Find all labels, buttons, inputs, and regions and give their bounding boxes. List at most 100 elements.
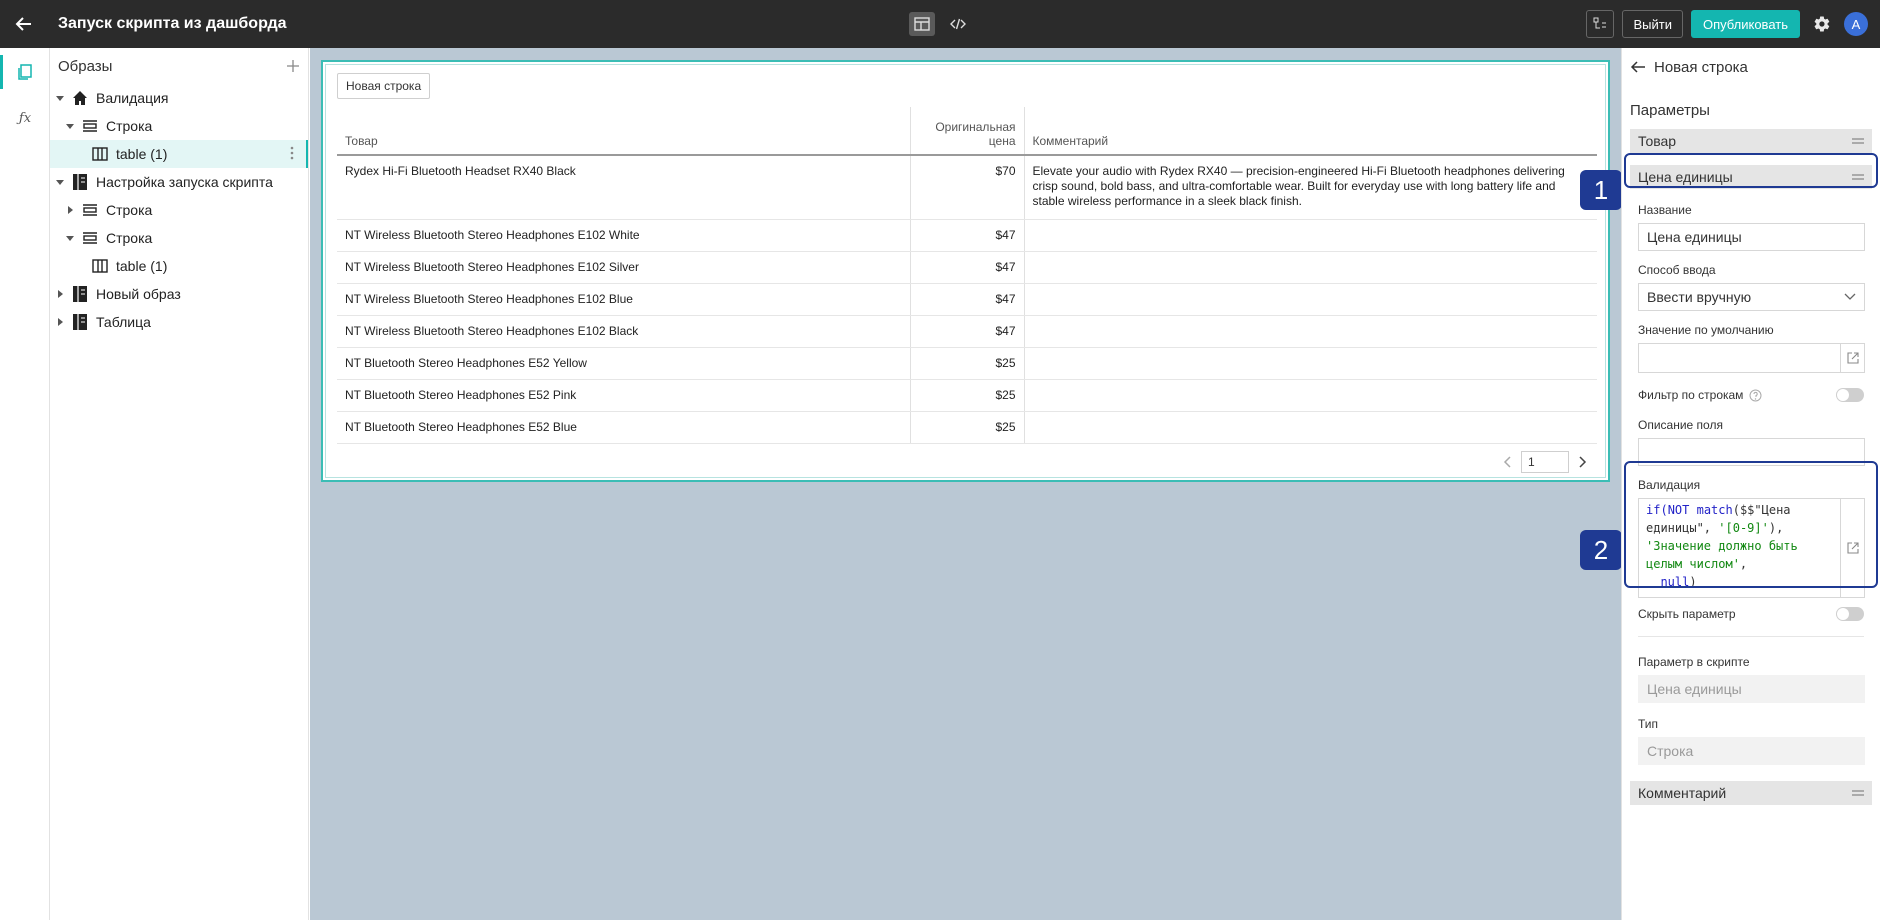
caret-right-icon[interactable] bbox=[64, 204, 76, 216]
table-row[interactable]: NT Wireless Bluetooth Stereo Headphones … bbox=[337, 315, 1597, 348]
code-icon bbox=[950, 18, 966, 30]
pagination: 1 bbox=[1503, 451, 1587, 473]
settings-button[interactable] bbox=[1808, 10, 1836, 38]
code-mode-button[interactable] bbox=[945, 12, 971, 36]
cell-product[interactable]: NT Wireless Bluetooth Stereo Headphones … bbox=[337, 251, 910, 284]
cell-comment[interactable] bbox=[1023, 283, 1597, 316]
field-description-label: Описание поля bbox=[1638, 418, 1723, 432]
cell-price[interactable]: $25 bbox=[909, 347, 1024, 380]
param-group-product[interactable]: Товар bbox=[1630, 129, 1872, 153]
cell-price[interactable]: $70 bbox=[909, 155, 1024, 220]
tree-item-new-form[interactable]: Новый образ bbox=[50, 280, 308, 308]
caret-down-icon[interactable] bbox=[54, 176, 66, 188]
selected-table-frame[interactable]: Новая строка Товар Оригинальная цена Ком… bbox=[321, 60, 1610, 482]
tree-item-label: Новый образ bbox=[96, 286, 181, 302]
param-group-comment[interactable]: Комментарий bbox=[1630, 781, 1872, 805]
default-value-label: Значение по умолчанию bbox=[1638, 323, 1774, 337]
form-icon bbox=[72, 174, 88, 190]
tree-item-table-selected[interactable]: table (1) bbox=[50, 140, 308, 168]
expand-editor-button[interactable] bbox=[1840, 344, 1864, 372]
table-row[interactable]: Rydex Hi-Fi Bluetooth Headset RX40 Black… bbox=[337, 155, 1597, 220]
table-row[interactable]: NT Wireless Bluetooth Stereo Headphones … bbox=[337, 283, 1597, 316]
default-value-field[interactable] bbox=[1638, 343, 1865, 373]
more-vertical-icon[interactable] bbox=[290, 146, 294, 160]
tree-item-table[interactable]: table (1) bbox=[50, 252, 308, 280]
cell-product[interactable]: Rydex Hi-Fi Bluetooth Headset RX40 Black bbox=[337, 155, 910, 220]
page-title: Запуск скрипта из дашборда bbox=[58, 15, 287, 32]
tree-item-label: Строка bbox=[106, 202, 153, 218]
caret-right-icon[interactable] bbox=[54, 316, 66, 328]
table-row[interactable]: NT Wireless Bluetooth Stereo Headphones … bbox=[337, 219, 1597, 252]
cell-comment[interactable] bbox=[1023, 411, 1597, 444]
arrow-left-icon bbox=[15, 17, 31, 31]
caret-down-icon[interactable] bbox=[64, 232, 76, 244]
table-header-row: Товар Оригинальная цена Комментарий bbox=[337, 107, 1597, 156]
column-header-product[interactable]: Товар bbox=[337, 107, 910, 156]
tree-item-row[interactable]: Строка bbox=[50, 196, 308, 224]
chevron-left-icon[interactable] bbox=[1503, 456, 1513, 468]
panel-title: Новая строка bbox=[1654, 58, 1748, 76]
table-row[interactable]: NT Bluetooth Stereo Headphones E52 Yello… bbox=[337, 347, 1597, 380]
design-canvas: Новая строка Товар Оригинальная цена Ком… bbox=[310, 48, 1621, 920]
cell-price[interactable]: $25 bbox=[909, 379, 1024, 412]
cell-price[interactable]: $47 bbox=[909, 283, 1024, 316]
cell-price[interactable]: $47 bbox=[909, 315, 1024, 348]
data-table: Товар Оригинальная цена Комментарий Ryde… bbox=[337, 107, 1597, 444]
exit-button[interactable]: Выйти bbox=[1622, 10, 1683, 38]
gear-icon bbox=[1814, 16, 1830, 32]
help-icon[interactable] bbox=[1749, 389, 1762, 402]
input-mode-select[interactable]: Ввести вручную bbox=[1638, 283, 1865, 311]
layout-icon bbox=[914, 17, 930, 31]
row-filter-row: Фильтр по строкам bbox=[1638, 385, 1864, 405]
cell-product[interactable]: NT Wireless Bluetooth Stereo Headphones … bbox=[337, 283, 910, 316]
row-filter-toggle[interactable] bbox=[1836, 388, 1864, 402]
chevron-right-icon[interactable] bbox=[1577, 456, 1587, 468]
cell-comment[interactable] bbox=[1023, 379, 1597, 412]
rail-functions-button[interactable]: ƒx bbox=[0, 95, 50, 141]
layout-mode-button[interactable] bbox=[909, 12, 935, 36]
tree-item-row[interactable]: Строка bbox=[50, 112, 308, 140]
cell-comment[interactable]: Elevate your audio with Rydex RX40 — pre… bbox=[1023, 155, 1597, 220]
cell-price[interactable]: $47 bbox=[909, 251, 1024, 284]
tree-item-validation[interactable]: Валидация bbox=[50, 84, 308, 112]
cell-comment[interactable] bbox=[1023, 347, 1597, 380]
function-icon: ƒx bbox=[18, 110, 32, 126]
table-row[interactable]: NT Wireless Bluetooth Stereo Headphones … bbox=[337, 251, 1597, 284]
arrow-left-icon bbox=[1630, 61, 1645, 73]
tree-item-script-settings[interactable]: Настройка запуска скрипта bbox=[50, 168, 308, 196]
table-row[interactable]: NT Bluetooth Stereo Headphones E52 Blue … bbox=[337, 411, 1597, 444]
cell-comment[interactable] bbox=[1023, 315, 1597, 348]
cell-comment[interactable] bbox=[1023, 219, 1597, 252]
column-header-price[interactable]: Оригинальная цена bbox=[909, 107, 1024, 156]
cell-product[interactable]: NT Wireless Bluetooth Stereo Headphones … bbox=[337, 315, 910, 348]
publish-button[interactable]: Опубликовать bbox=[1690, 10, 1800, 38]
page-number-input[interactable]: 1 bbox=[1521, 451, 1569, 473]
table-row[interactable]: NT Bluetooth Stereo Headphones E52 Pink … bbox=[337, 379, 1597, 412]
hide-param-toggle[interactable] bbox=[1836, 607, 1864, 621]
home-icon bbox=[72, 90, 88, 106]
column-header-comment[interactable]: Комментарий bbox=[1023, 107, 1597, 156]
plus-icon[interactable] bbox=[286, 59, 300, 73]
name-field[interactable]: Цена единицы bbox=[1638, 223, 1865, 251]
drag-handle-icon bbox=[1852, 138, 1864, 144]
panel-header[interactable]: Новая строка bbox=[1622, 48, 1880, 86]
structure-button[interactable] bbox=[1586, 10, 1615, 38]
cell-product[interactable]: NT Wireless Bluetooth Stereo Headphones … bbox=[337, 219, 910, 252]
caret-down-icon[interactable] bbox=[64, 120, 76, 132]
caret-right-icon[interactable] bbox=[54, 288, 66, 300]
cell-product[interactable]: NT Bluetooth Stereo Headphones E52 Pink bbox=[337, 379, 910, 412]
rail-forms-button[interactable] bbox=[0, 49, 50, 95]
caret-down-icon[interactable] bbox=[54, 92, 66, 104]
top-bar: Запуск скрипта из дашборда Выйти Опублик… bbox=[0, 0, 1880, 48]
cell-product[interactable]: NT Bluetooth Stereo Headphones E52 Yello… bbox=[337, 347, 910, 380]
avatar[interactable]: A bbox=[1844, 12, 1868, 36]
tree-item-table-form[interactable]: Таблица bbox=[50, 308, 308, 336]
new-row-button[interactable]: Новая строка bbox=[337, 73, 431, 99]
back-button[interactable] bbox=[0, 0, 48, 48]
tree-item-row[interactable]: Строка bbox=[50, 224, 308, 252]
cell-product[interactable]: NT Bluetooth Stereo Headphones E52 Blue bbox=[337, 411, 910, 444]
drag-handle-icon bbox=[1852, 790, 1864, 796]
cell-price[interactable]: $25 bbox=[909, 411, 1024, 444]
cell-price[interactable]: $47 bbox=[909, 219, 1024, 252]
cell-comment[interactable] bbox=[1023, 251, 1597, 284]
